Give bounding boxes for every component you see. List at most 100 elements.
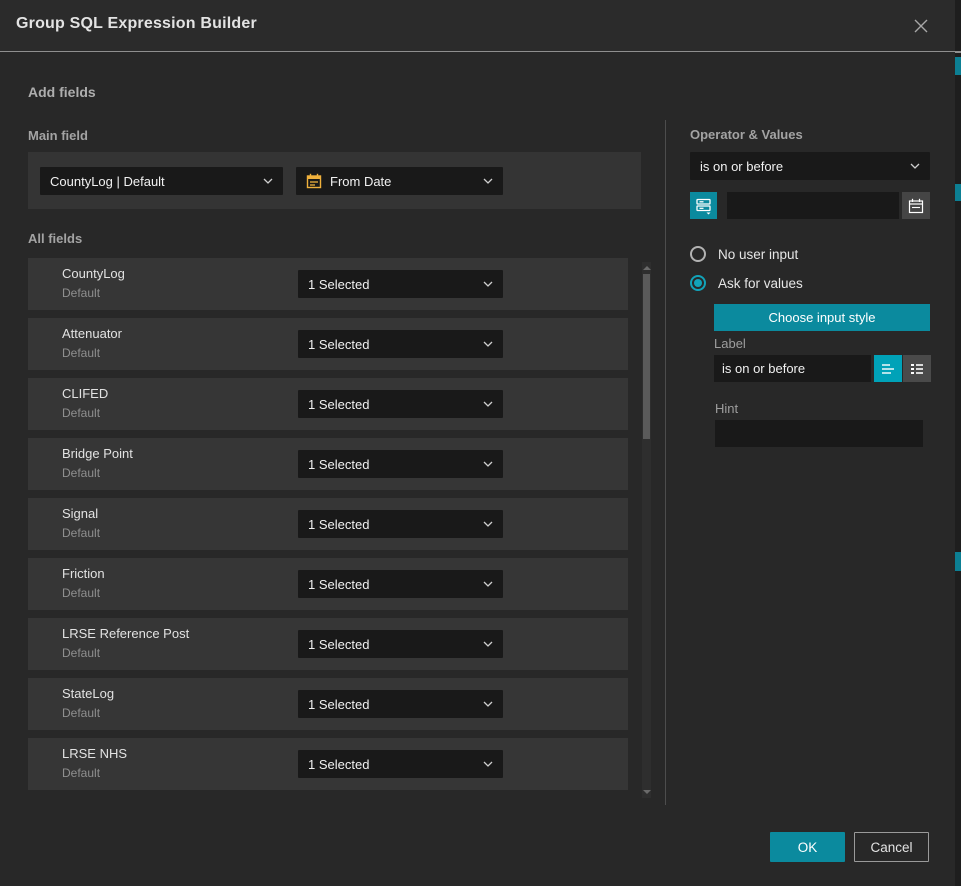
chevron-down-icon <box>483 178 493 184</box>
unique-values-button[interactable] <box>690 192 717 219</box>
date-field-icon <box>306 173 322 189</box>
chevron-down-icon <box>483 341 493 347</box>
close-icon <box>912 17 930 35</box>
operator-values-heading: Operator & Values <box>690 127 803 142</box>
field-subtitle: Default <box>62 346 100 360</box>
input-style-single-toggle[interactable] <box>874 355 902 382</box>
field-subtitle: Default <box>62 586 100 600</box>
field-subtitle: Default <box>62 286 100 300</box>
main-field-select[interactable]: From Date <box>296 167 503 195</box>
field-row: CountyLog Default 1 Selected <box>28 258 628 310</box>
field-selection-value: 1 Selected <box>308 277 483 292</box>
field-selection-select[interactable]: 1 Selected <box>298 570 503 598</box>
background-app-edge <box>955 0 961 886</box>
scroll-up-arrow-icon[interactable] <box>643 266 651 270</box>
chevron-down-icon <box>910 163 920 169</box>
scrollbar-thumb[interactable] <box>643 274 650 439</box>
field-name: CLIFED <box>62 386 108 401</box>
field-name: StateLog <box>62 686 114 701</box>
field-name: Bridge Point <box>62 446 133 461</box>
unique-values-icon <box>695 197 713 215</box>
field-selection-select[interactable]: 1 Selected <box>298 450 503 478</box>
radio-ask-for-values[interactable]: Ask for values <box>690 274 803 292</box>
list-icon <box>909 362 925 376</box>
field-selection-value: 1 Selected <box>308 757 483 772</box>
close-button[interactable] <box>909 14 933 38</box>
field-selection-select[interactable]: 1 Selected <box>298 690 503 718</box>
panel-divider <box>665 120 666 805</box>
field-selection-value: 1 Selected <box>308 397 483 412</box>
all-fields-list: CountyLog Default 1 Selected Attenuator … <box>28 258 628 798</box>
chevron-down-icon <box>483 521 493 527</box>
field-selection-value: 1 Selected <box>308 577 483 592</box>
field-selection-value: 1 Selected <box>308 337 483 352</box>
chevron-down-icon <box>483 281 493 287</box>
main-field-select-value: From Date <box>330 174 475 189</box>
field-name: LRSE Reference Post <box>62 626 189 641</box>
radio-no-user-input-label: No user input <box>718 247 798 262</box>
chevron-down-icon <box>483 401 493 407</box>
field-selection-value: 1 Selected <box>308 517 483 532</box>
hint-input[interactable] <box>715 420 923 447</box>
radio-ask-for-values-label: Ask for values <box>718 276 803 291</box>
align-left-icon <box>880 362 896 376</box>
radio-circle-icon <box>690 246 706 262</box>
all-fields-heading: All fields <box>28 231 82 246</box>
field-selection-value: 1 Selected <box>308 457 483 472</box>
field-row: Signal Default 1 Selected <box>28 498 628 550</box>
hint-field-label: Hint <box>715 401 738 416</box>
operator-select[interactable]: is on or before <box>690 152 930 180</box>
field-row: Friction Default 1 Selected <box>28 558 628 610</box>
field-row: Bridge Point Default 1 Selected <box>28 438 628 490</box>
chevron-down-icon <box>263 178 273 184</box>
list-scrollbar[interactable] <box>642 262 651 798</box>
layer-select-value: CountyLog | Default <box>50 174 263 189</box>
radio-selected-icon <box>690 275 706 291</box>
chevron-down-icon <box>483 701 493 707</box>
calendar-icon <box>908 198 924 214</box>
background-divider-sliver <box>955 51 961 53</box>
operator-select-value: is on or before <box>700 159 910 174</box>
add-fields-heading: Add fields <box>28 84 96 100</box>
ok-button[interactable]: OK <box>770 832 845 862</box>
field-subtitle: Default <box>62 706 100 720</box>
field-subtitle: Default <box>62 406 100 420</box>
group-sql-expression-builder-dialog: Group SQL Expression Builder Add fields … <box>0 0 955 886</box>
background-accent-sliver <box>955 552 961 571</box>
chevron-down-icon <box>483 581 493 587</box>
field-subtitle: Default <box>62 766 100 780</box>
screen: Group SQL Expression Builder Add fields … <box>0 0 961 886</box>
main-field-heading: Main field <box>28 128 88 143</box>
label-input[interactable] <box>714 355 871 382</box>
scroll-down-arrow-icon[interactable] <box>643 790 651 794</box>
field-selection-select[interactable]: 1 Selected <box>298 390 503 418</box>
main-field-panel: CountyLog | Default From Date <box>28 152 641 209</box>
background-accent-sliver <box>955 184 961 201</box>
value-input[interactable] <box>727 192 899 219</box>
radio-no-user-input[interactable]: No user input <box>690 245 798 263</box>
field-name: CountyLog <box>62 266 125 281</box>
chevron-down-icon <box>483 761 493 767</box>
field-subtitle: Default <box>62 466 100 480</box>
field-name: LRSE NHS <box>62 746 127 761</box>
choose-input-style-button[interactable]: Choose input style <box>714 304 930 331</box>
dialog-title: Group SQL Expression Builder <box>16 15 257 33</box>
field-name: Friction <box>62 566 105 581</box>
field-row: Attenuator Default 1 Selected <box>28 318 628 370</box>
chevron-down-icon <box>483 641 493 647</box>
field-selection-select[interactable]: 1 Selected <box>298 510 503 538</box>
layer-select[interactable]: CountyLog | Default <box>40 167 283 195</box>
cancel-button[interactable]: Cancel <box>854 832 929 862</box>
date-picker-button[interactable] <box>902 192 930 219</box>
input-style-list-toggle[interactable] <box>903 355 931 382</box>
field-row: CLIFED Default 1 Selected <box>28 378 628 430</box>
field-selection-select[interactable]: 1 Selected <box>298 270 503 298</box>
field-subtitle: Default <box>62 526 100 540</box>
chevron-down-icon <box>483 461 493 467</box>
field-selection-select[interactable]: 1 Selected <box>298 630 503 658</box>
field-row: LRSE Reference Post Default 1 Selected <box>28 618 628 670</box>
field-row: StateLog Default 1 Selected <box>28 678 628 730</box>
label-field-label: Label <box>714 336 746 351</box>
field-selection-select[interactable]: 1 Selected <box>298 330 503 358</box>
field-selection-select[interactable]: 1 Selected <box>298 750 503 778</box>
